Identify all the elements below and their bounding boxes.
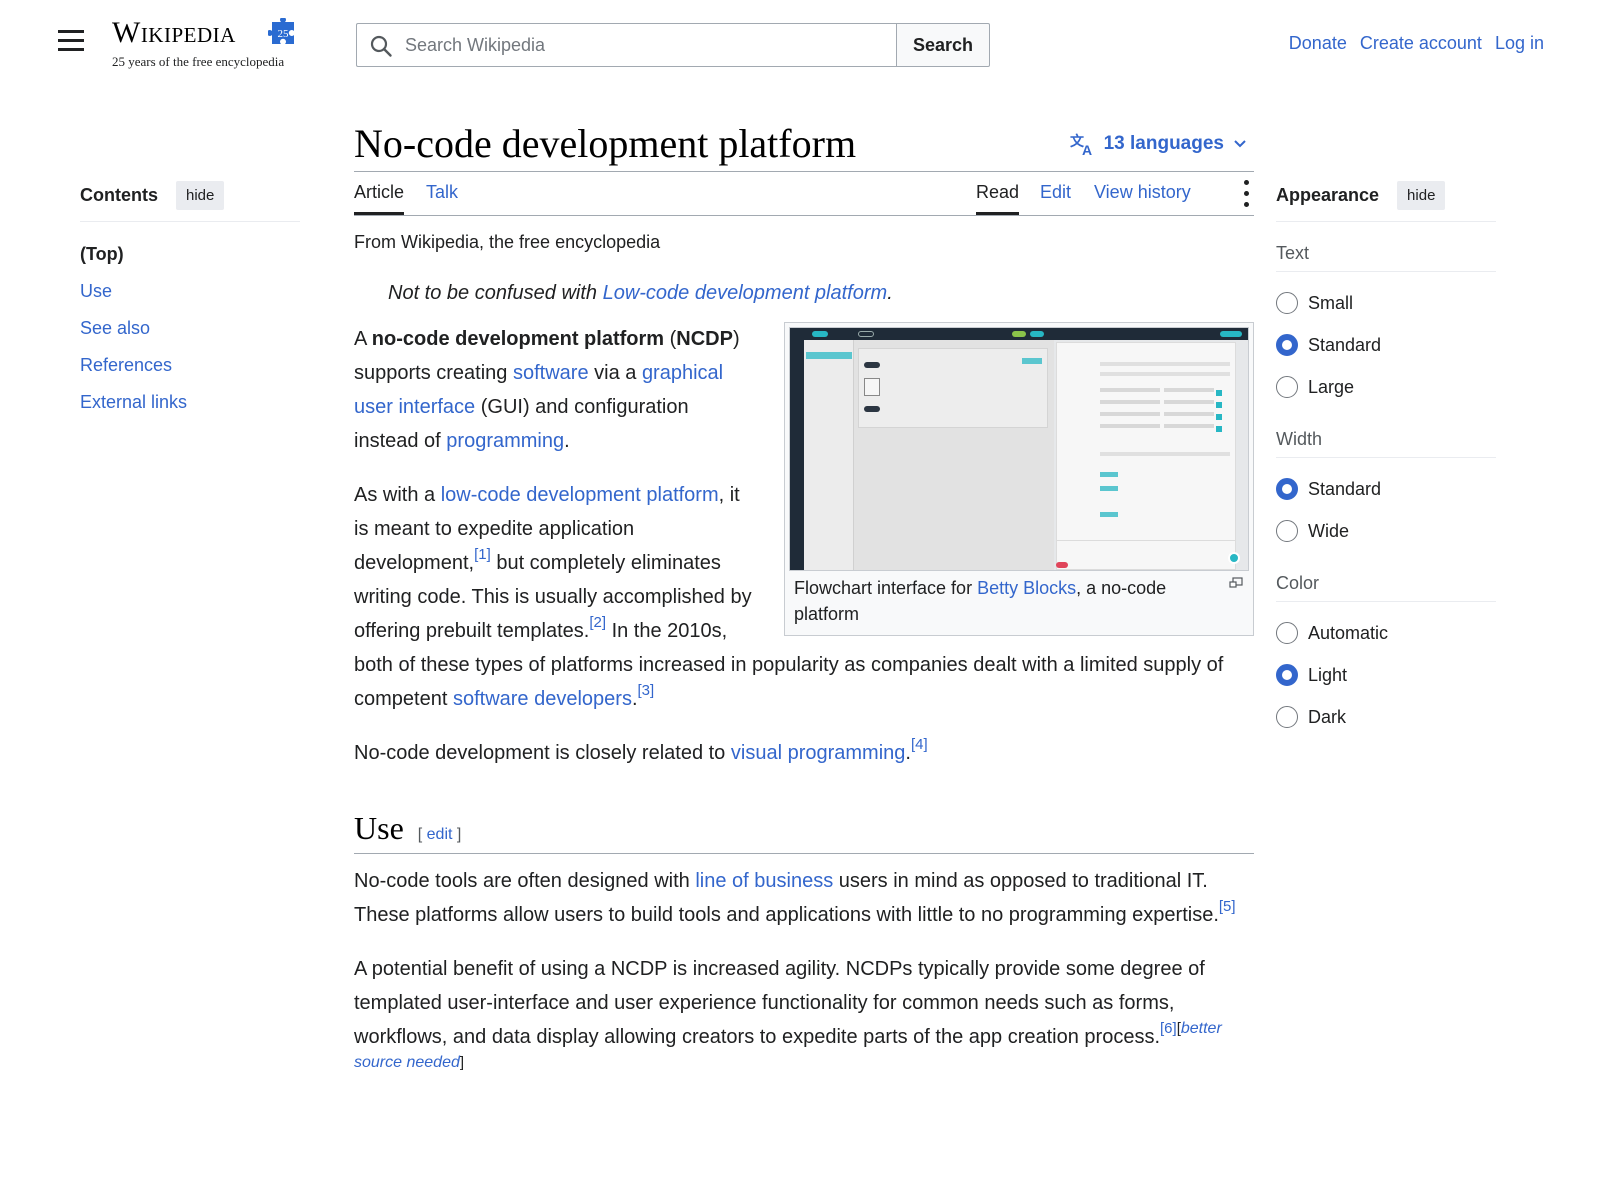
logo-wordmark: Wikipedia [112, 16, 236, 49]
radio-button-checked[interactable] [1276, 478, 1298, 500]
line-of-business-link[interactable]: line of business [695, 870, 833, 892]
tab-talk[interactable]: Talk [426, 182, 458, 215]
site-header: Wikipedia 25 25 years of the free encycl… [0, 0, 1600, 90]
programming-link[interactable]: programming [446, 430, 564, 452]
text-size-large[interactable]: Large [1276, 366, 1496, 408]
toc-title: Contents [80, 185, 158, 205]
toc-list: (Top) Use See also References External l… [80, 236, 300, 421]
appearance-title: Appearance [1276, 185, 1380, 205]
toc-hide-button[interactable]: hide [176, 181, 225, 210]
text-size-small[interactable]: Small [1276, 282, 1496, 324]
page-tabs: Article Talk Read Edit View history [354, 172, 1254, 216]
donate-link[interactable]: Donate [1289, 33, 1347, 53]
radio-button-checked[interactable] [1276, 664, 1298, 686]
toc-item-use[interactable]: Use [80, 273, 300, 310]
software-link[interactable]: software [513, 362, 589, 384]
color-dark[interactable]: Dark [1276, 696, 1496, 738]
wikipedia-puzzle-logo: 25 [268, 18, 294, 44]
search-form: Search [356, 23, 990, 67]
toc-item-references[interactable]: References [80, 347, 300, 384]
width-standard[interactable]: Standard [1276, 468, 1496, 510]
intro-paragraph-3: No-code development is closely related t… [354, 736, 928, 764]
radio-button[interactable] [1276, 622, 1298, 644]
create-account-link[interactable]: Create account [1360, 33, 1482, 53]
color-label: Color [1276, 564, 1496, 602]
appearance-header: Appearance hide [1276, 176, 1496, 222]
site-sub: From Wikipedia, the free encyclopedia [354, 232, 661, 252]
main-menu-button[interactable] [56, 30, 86, 58]
wikipedia-logo[interactable]: Wikipedia 25 25 years of the free encycl… [112, 16, 312, 76]
languages-label: 13 languages [1103, 133, 1224, 154]
section-heading-use: Use[ edit ] [354, 806, 1254, 854]
menu-icon-bar [58, 48, 84, 51]
ref-4[interactable]: [4] [911, 736, 928, 753]
article-body: From Wikipedia, the free encyclopedia No… [354, 230, 1254, 1088]
hatnote: Not to be confused with Low-code develop… [388, 282, 893, 304]
toc-item-see-also[interactable]: See also [80, 310, 300, 347]
table-of-contents: Contents hide (Top) Use See also Referen… [80, 176, 300, 421]
languages-button[interactable]: 文 A 13 languages [1070, 132, 1246, 156]
search-icon [370, 35, 392, 57]
low-code-link[interactable]: low-code development platform [441, 484, 719, 506]
enlarge-icon[interactable] [1229, 577, 1243, 589]
menu-icon-bar [58, 30, 84, 33]
hatnote-link[interactable]: Low-code development platform [603, 282, 888, 304]
ref-5[interactable]: [5] [1219, 898, 1236, 915]
tab-article[interactable]: Article [354, 182, 405, 215]
text-size-options: Small Standard Large [1276, 282, 1496, 408]
text-size-standard[interactable]: Standard [1276, 324, 1496, 366]
tab-read[interactable]: Read [976, 182, 1020, 215]
logo-tagline: 25 years of the free encyclopedia [112, 54, 285, 69]
betty-blocks-link[interactable]: Betty Blocks [977, 578, 1076, 598]
tab-view-history[interactable]: View history [1094, 182, 1191, 215]
svg-text:A: A [1082, 142, 1092, 156]
color-light[interactable]: Light [1276, 654, 1496, 696]
use-paragraph-2: A potential benefit of using a NCDP is i… [354, 958, 1222, 1072]
ref-2[interactable]: [2] [589, 614, 606, 631]
article-main: No-code development platform 文 A 13 lang… [354, 110, 1254, 1088]
page-title: No-code development platform [354, 121, 857, 166]
search-button[interactable]: Search [896, 23, 990, 67]
figure-caption: Flowchart interface for Betty Blocks, a … [789, 571, 1249, 631]
use-paragraph-1: No-code tools are often designed with li… [354, 870, 1236, 926]
section-edit: [ edit ] [417, 826, 462, 843]
tab-edit[interactable]: Edit [1040, 182, 1071, 215]
color-automatic[interactable]: Automatic [1276, 612, 1496, 654]
appearance-panel: Appearance hide Text Small Standard Larg… [1276, 176, 1496, 738]
radio-button[interactable] [1276, 520, 1298, 542]
title-row: No-code development platform 文 A 13 lang… [354, 110, 1254, 172]
radio-button[interactable] [1276, 292, 1298, 314]
chevron-down-icon [1234, 140, 1246, 148]
radio-button[interactable] [1276, 376, 1298, 398]
log-in-link[interactable]: Log in [1495, 33, 1544, 53]
toc-header: Contents hide [80, 176, 300, 222]
more-menu-icon[interactable] [1242, 180, 1250, 208]
figure: Flowchart interface for Betty Blocks, a … [784, 322, 1254, 636]
radio-button[interactable] [1276, 706, 1298, 728]
logo-badge: 25 [278, 28, 290, 40]
visual-programming-link[interactable]: visual programming [731, 742, 906, 764]
user-links: Donate Create account Log in [1281, 33, 1544, 54]
width-options: Standard Wide [1276, 468, 1496, 552]
toc-item-top[interactable]: (Top) [80, 236, 300, 273]
appearance-hide-button[interactable]: hide [1397, 181, 1446, 210]
software-developers-link[interactable]: software developers [453, 688, 632, 710]
ref-3[interactable]: [3] [638, 682, 655, 699]
search-input[interactable] [403, 24, 883, 66]
ref-6[interactable]: [6] [1160, 1020, 1177, 1037]
text-size-label: Text [1276, 234, 1496, 272]
color-options: Automatic Light Dark [1276, 612, 1496, 738]
section-edit-link[interactable]: edit [427, 826, 453, 843]
search-box[interactable] [356, 23, 896, 67]
width-label: Width [1276, 420, 1496, 458]
width-wide[interactable]: Wide [1276, 510, 1496, 552]
language-icon: 文 A [1070, 133, 1092, 156]
toc-item-external-links[interactable]: External links [80, 384, 300, 421]
figure-image-betty-blocks[interactable] [789, 327, 1249, 571]
ref-1[interactable]: [1] [474, 546, 491, 563]
radio-button-checked[interactable] [1276, 334, 1298, 356]
menu-icon-bar [58, 39, 84, 42]
